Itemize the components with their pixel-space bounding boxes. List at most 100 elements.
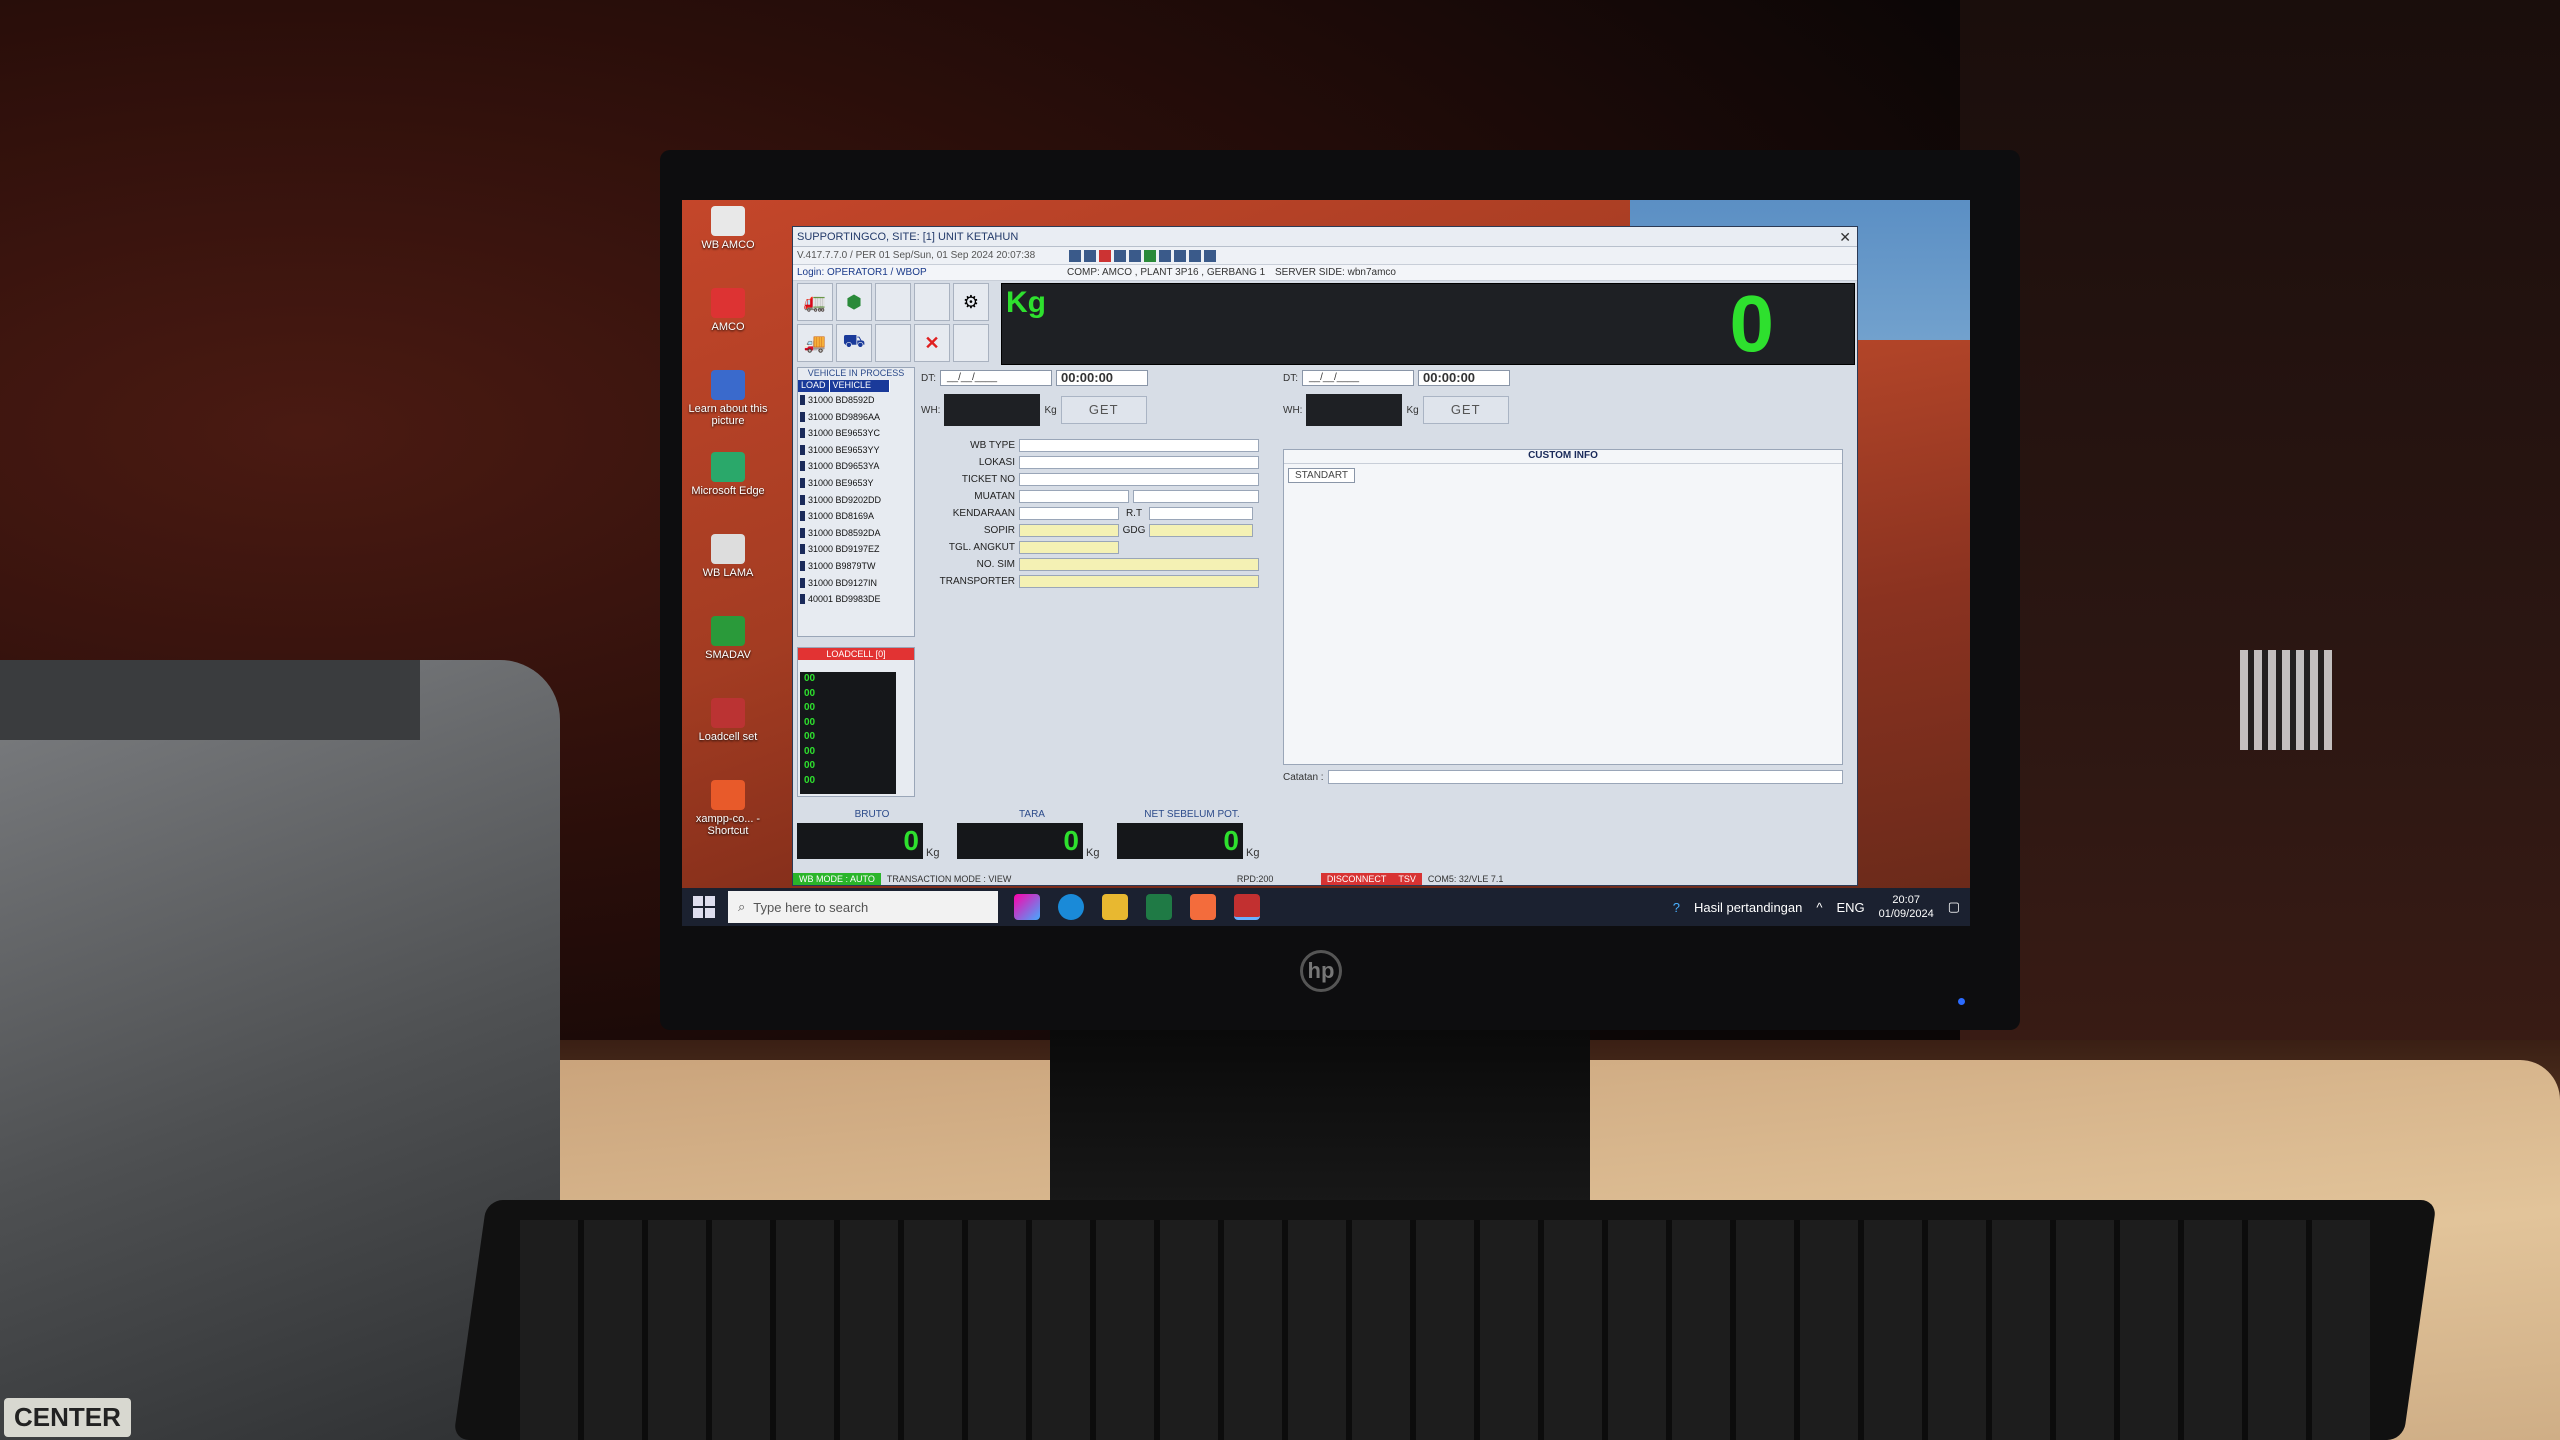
get-button-2[interactable]: GET [1422, 396, 1509, 424]
power-led [1958, 998, 1965, 1005]
vehicle-panel: VEHICLE IN PROCESS LOAD VEHICLE 31000 BD… [797, 367, 915, 637]
version-bar: V.417.7.7.0 / PER 01 Sep/Sun, 01 Sep 202… [793, 247, 1857, 265]
empty-button[interactable] [914, 283, 950, 321]
vehicle-row[interactable]: 31000 BD9653YA [798, 458, 914, 475]
get-button[interactable]: GET [1060, 396, 1147, 424]
vehicle-row[interactable]: 31000 BD9202DD [798, 492, 914, 509]
vehicle-row[interactable]: 31000 BD9896AA [798, 409, 914, 426]
truck-out-button[interactable]: ⛟ [836, 324, 872, 362]
xampp-icon[interactable] [1190, 894, 1216, 920]
field-input[interactable] [1019, 439, 1259, 452]
edge-icon[interactable] [1058, 894, 1084, 920]
close-icon[interactable]: ✕ [1839, 227, 1851, 247]
windows-start-icon[interactable] [690, 894, 718, 920]
com-port: COM5: 32/VLE 7.1 [1427, 874, 1504, 884]
field-input[interactable] [1019, 541, 1119, 554]
toolbar-icon[interactable] [1189, 250, 1201, 262]
field-input[interactable] [1019, 558, 1259, 571]
field-input[interactable] [1019, 490, 1129, 503]
settings-button[interactable]: ⚙ [953, 283, 989, 321]
dt-row: DT: __/__/____ 00:00:00 [921, 367, 1273, 389]
clock[interactable]: 20:07 01/09/2024 [1879, 893, 1934, 921]
time-input-2[interactable]: 00:00:00 [1418, 370, 1510, 386]
desktop-icon[interactable]: Microsoft Edge [688, 452, 768, 497]
date-input-2[interactable]: __/__/____ [1302, 370, 1414, 386]
field-label: TICKET NO [961, 474, 1015, 485]
desktop-icon[interactable]: WB LAMA [688, 534, 768, 579]
field-input[interactable] [1019, 575, 1259, 588]
rt-input[interactable] [1149, 507, 1253, 520]
vehicle-row[interactable]: 31000 BD8169A [798, 508, 914, 525]
tsv-badge: TSV [1392, 873, 1422, 885]
vehicle-row[interactable]: 31000 BD8592DA [798, 525, 914, 542]
empty-button[interactable] [953, 324, 989, 362]
notification-icon[interactable]: ▢ [1948, 899, 1960, 915]
vehicle-row[interactable]: 31000 BE9653Y [798, 475, 914, 492]
truck-in-button[interactable]: 🚛 [797, 283, 833, 321]
copilot-icon[interactable] [1014, 894, 1040, 920]
toolbar-icon[interactable] [1129, 250, 1141, 262]
weighbridge-window: SUPPORTINGCO, SITE: [1] UNIT KETAHUN ✕ V… [792, 226, 1858, 886]
time-input[interactable]: 00:00:00 [1056, 370, 1148, 386]
col-load[interactable]: LOAD [798, 380, 830, 392]
vehicle-row[interactable]: 40001 BD9983DE [798, 591, 914, 608]
toolbar-icon[interactable] [1114, 250, 1126, 262]
loadcell-value: 00 [804, 702, 816, 713]
vehicle-row[interactable]: 31000 BE9653YY [798, 442, 914, 459]
dt-label: DT: [921, 372, 936, 384]
total-value: 0 [797, 823, 923, 859]
field-input[interactable] [1019, 456, 1259, 469]
toolbar-icon[interactable] [1069, 250, 1081, 262]
col-vehicle[interactable]: VEHICLE [829, 380, 890, 392]
vehicle-row[interactable]: 31000 BD9127IN [798, 575, 914, 592]
excel-icon[interactable] [1146, 894, 1172, 920]
app-icon [711, 616, 745, 646]
chevron-up-icon[interactable]: ^ [1816, 900, 1822, 915]
taskbar-search[interactable]: ⌕ Type here to search [728, 891, 998, 923]
language[interactable]: ENG [1836, 900, 1864, 915]
disconnect-badge: DISCONNECT [1320, 873, 1393, 885]
desktop-icon[interactable]: Learn about this picture [688, 370, 768, 427]
loadcell-value: 00 [804, 673, 816, 684]
desktop-icon[interactable]: SMADAV [688, 616, 768, 661]
right-wall [1960, 0, 2560, 1100]
desktop-icon[interactable]: AMCO [688, 288, 768, 333]
desktop-icon[interactable]: xampp-co... - Shortcut [688, 780, 768, 837]
app-icon [711, 534, 745, 564]
toolbar-icon[interactable] [1174, 250, 1186, 262]
app-icon [711, 206, 745, 236]
empty-button[interactable] [875, 324, 911, 362]
desktop-icon[interactable]: Loadcell set [688, 698, 768, 743]
loadcell-value: 00 [804, 760, 816, 771]
vehicle-row[interactable]: 31000 BD9197EZ [798, 541, 914, 558]
notification-text[interactable]: Hasil pertandingan [1694, 900, 1802, 915]
toolbar-icon[interactable] [1144, 250, 1156, 262]
toolbar-icon[interactable] [1084, 250, 1096, 262]
vehicle-row[interactable]: 31000 BD8592D [798, 392, 914, 409]
field-input[interactable] [1019, 507, 1119, 520]
toolbar-icon[interactable] [1159, 250, 1171, 262]
field-input[interactable] [1019, 524, 1119, 537]
cancel-button[interactable]: ✕ [914, 324, 950, 362]
date-input[interactable]: __/__/____ [940, 370, 1052, 386]
first-weigh-form: DT: __/__/____ 00:00:00 WH: Kg GET WB TY… [921, 367, 1273, 707]
catatan-input[interactable] [1327, 770, 1843, 784]
vehicle-button[interactable]: 🚚 [797, 324, 833, 362]
vehicle-row[interactable]: 31000 B9879TW [798, 558, 914, 575]
wh-label: WH: [1283, 404, 1303, 416]
gdg-input[interactable] [1149, 524, 1253, 537]
vehicle-row[interactable]: 31000 BE9653YC [798, 425, 914, 442]
weighbridge-app-icon[interactable] [1234, 894, 1260, 920]
search-placeholder: Type here to search [753, 899, 869, 915]
file-explorer-icon[interactable] [1102, 894, 1128, 920]
toolbar-icon[interactable] [1204, 250, 1216, 262]
toolbar-icon[interactable] [1099, 250, 1111, 262]
muatan-input-2[interactable] [1133, 490, 1259, 503]
field-input[interactable] [1019, 473, 1259, 486]
empty-button[interactable] [875, 283, 911, 321]
standart-tab[interactable]: STANDART [1288, 468, 1355, 483]
map-button[interactable]: ⬢ [836, 283, 872, 321]
desktop-icon-label: WB AMCO [701, 239, 755, 251]
desktop-icon[interactable]: WB AMCO [688, 206, 768, 251]
help-icon[interactable]: ? [1673, 900, 1680, 915]
